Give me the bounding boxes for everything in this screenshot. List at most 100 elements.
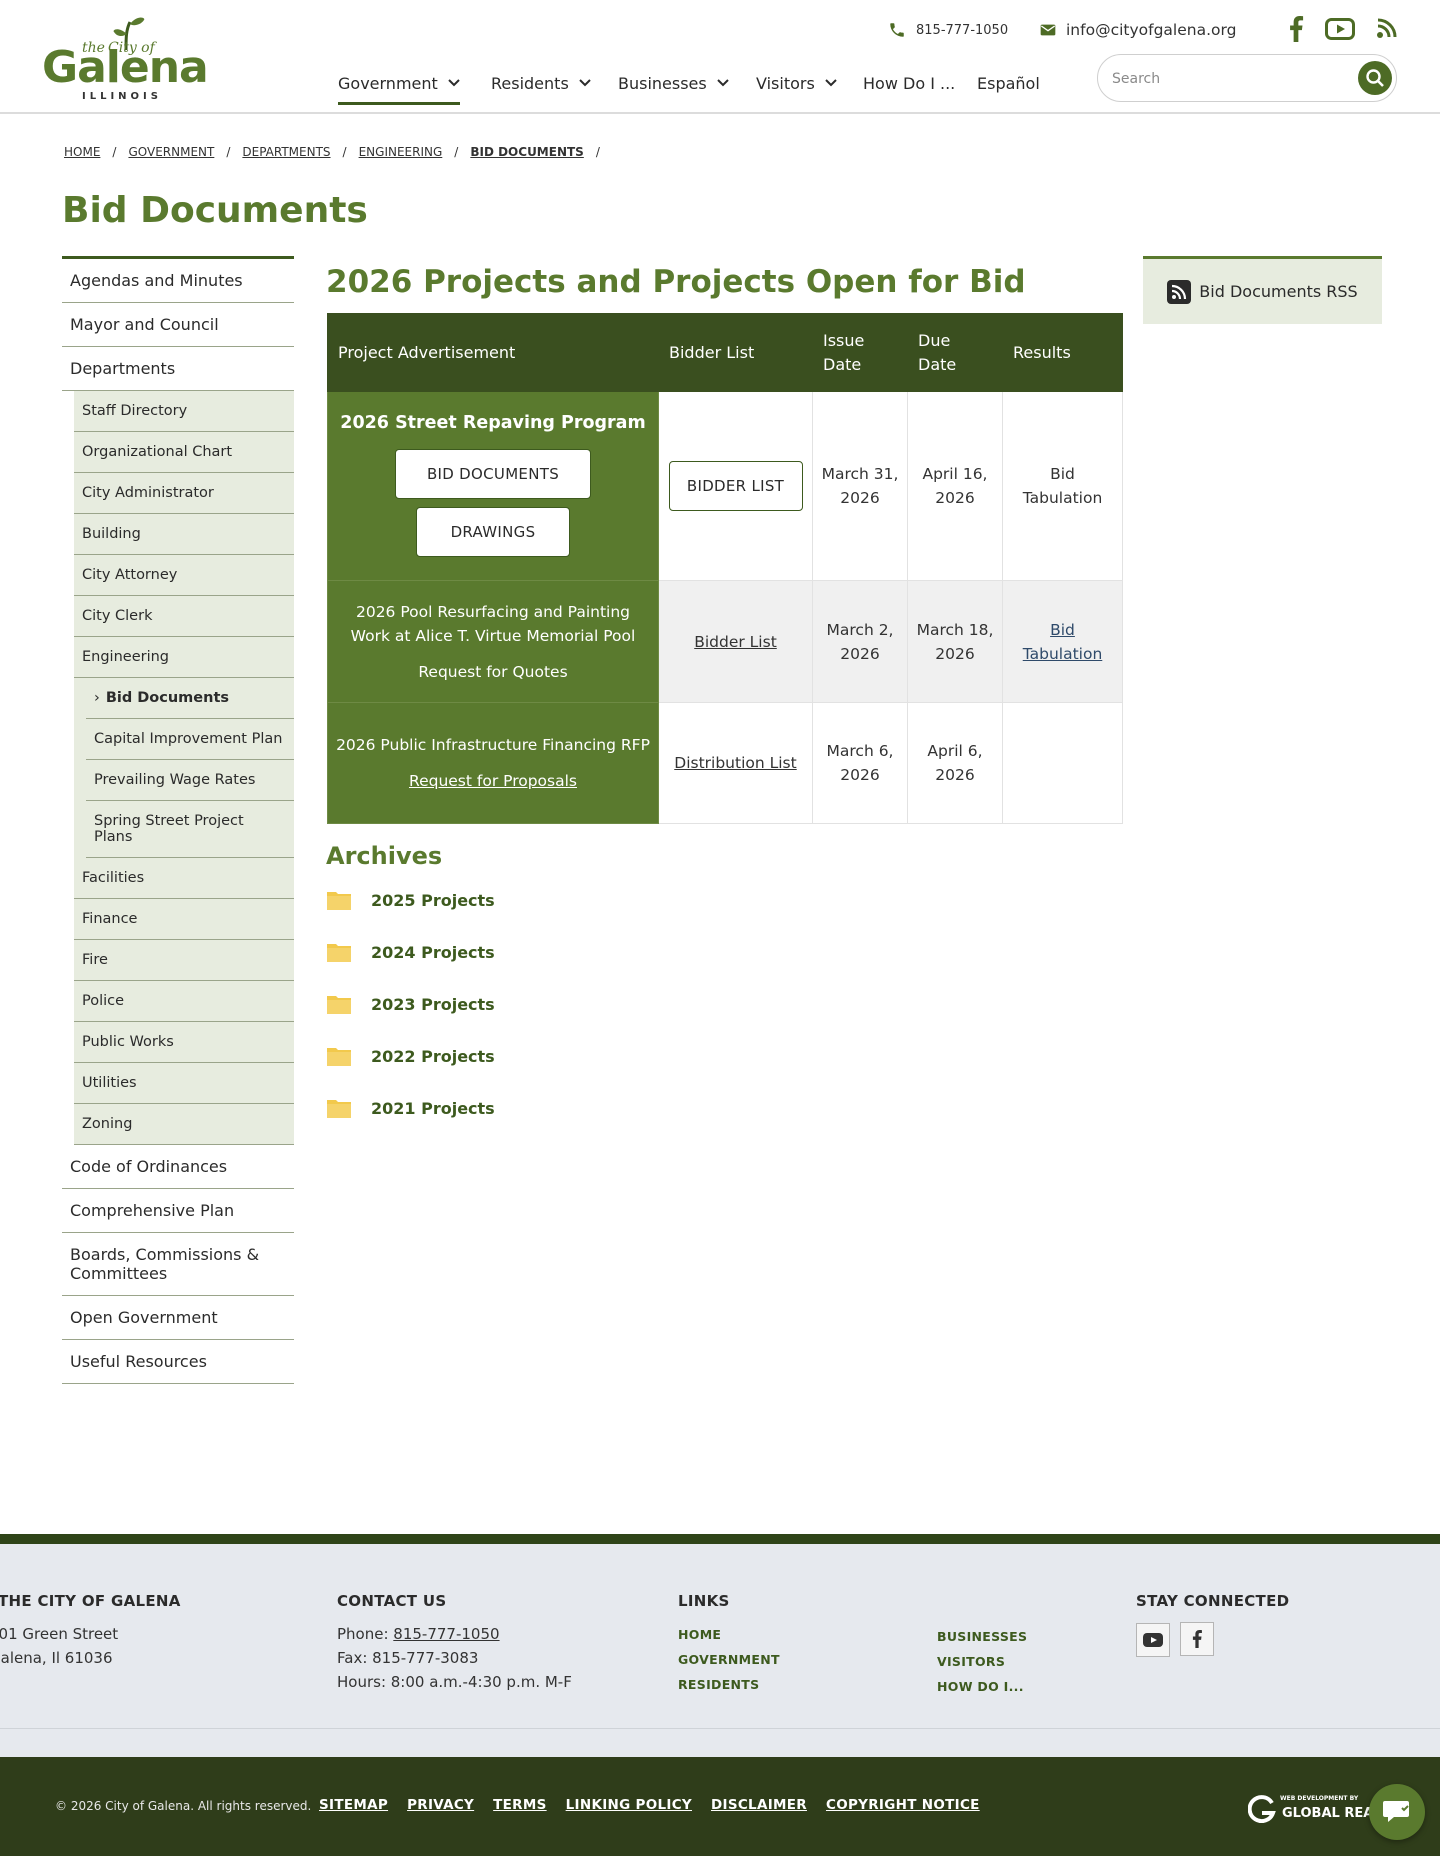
header-phone[interactable]: 815-777-1050 — [888, 18, 1008, 42]
sidebar-item-staff-directory[interactable]: Staff Directory — [74, 391, 294, 432]
disclaimer-link[interactable]: DISCLAIMER — [711, 1797, 807, 1813]
sidebar-item-facilities[interactable]: Facilities — [74, 858, 294, 899]
sidebar-item-engineering[interactable]: Engineering — [74, 637, 294, 678]
sidebar-item-city-clerk[interactable]: City Clerk — [74, 596, 294, 637]
sidebar-item-city-administrator[interactable]: City Administrator — [74, 473, 294, 514]
drawings-button[interactable]: DRAWINGS — [416, 507, 570, 557]
sidebar-item-utilities[interactable]: Utilities — [74, 1063, 294, 1104]
footer-facebook-icon[interactable] — [1180, 1622, 1214, 1656]
col-bidder-list: Bidder List — [658, 313, 813, 392]
issue-date-cell: March 6, 2026 — [812, 702, 908, 824]
nav-residents[interactable]: Residents — [491, 74, 591, 106]
archive-folder-2023[interactable]: 2023 Projects — [327, 991, 495, 1017]
chevron-down-icon — [825, 79, 837, 87]
breadcrumb-engineering[interactable]: ENGINEERING — [359, 145, 443, 159]
sidebar-item-building[interactable]: Building — [74, 514, 294, 555]
linking-policy-link[interactable]: LINKING POLICY — [566, 1797, 692, 1813]
sidebar-item-prevailing-wage[interactable]: Prevailing Wage Rates — [86, 760, 294, 801]
rss-icon[interactable] — [1377, 18, 1397, 38]
sidebar-item-agendas[interactable]: Agendas and Minutes — [62, 259, 294, 303]
chevron-down-icon — [579, 79, 591, 87]
folder-icon — [327, 944, 351, 962]
footer-link-home[interactable]: HOME — [678, 1622, 780, 1647]
chat-button[interactable] — [1369, 1784, 1425, 1840]
nav-visitors[interactable]: Visitors — [756, 74, 837, 106]
header-phone-text: 815-777-1050 — [916, 22, 1009, 38]
sidebar-item-zoning[interactable]: Zoning — [74, 1104, 294, 1145]
sidebar-item-boards[interactable]: Boards, Commissions & Committees — [62, 1233, 294, 1296]
sidebar-item-departments[interactable]: Departments — [62, 347, 294, 391]
sidebar-item-public-works[interactable]: Public Works — [74, 1022, 294, 1063]
footer-link-visitors[interactable]: VISITORS — [937, 1649, 1027, 1674]
sidebar-item-open-government[interactable]: Open Government — [62, 1296, 294, 1340]
sidebar-item-useful-resources[interactable]: Useful Resources — [62, 1340, 294, 1384]
search-input[interactable] — [1110, 67, 1344, 91]
rss-icon — [1167, 279, 1192, 304]
footer-youtube-icon[interactable] — [1136, 1623, 1170, 1657]
footer-link-businesses[interactable]: BUSINESSES — [937, 1624, 1027, 1649]
sidebar-item-bid-documents[interactable]: › Bid Documents — [86, 678, 294, 719]
archive-folder-2021[interactable]: 2021 Projects — [327, 1095, 495, 1121]
facebook-icon[interactable] — [1288, 16, 1304, 42]
sidebar-item-org-chart[interactable]: Organizational Chart — [74, 432, 294, 473]
request-for-quotes-link[interactable]: Request for Quotes — [418, 663, 567, 681]
footer-links: LINKS HOME GOVERNMENT RESIDENTS — [678, 1592, 780, 1697]
copyright-notice-link[interactable]: COPYRIGHT NOTICE — [826, 1797, 980, 1813]
search-button[interactable] — [1358, 61, 1392, 95]
breadcrumb-home[interactable]: HOME — [64, 145, 100, 159]
nav-espanol[interactable]: Español — [977, 74, 1040, 106]
sidebar-item-code-of-ordinances[interactable]: Code of Ordinances — [62, 1145, 294, 1189]
header-email-text: info@cityofgalena.org — [1066, 21, 1237, 39]
archive-folder-2025[interactable]: 2025 Projects — [327, 887, 495, 913]
archives-title: Archives — [326, 842, 443, 870]
sidebar-item-police[interactable]: Police — [74, 981, 294, 1022]
sidebar-item-finance[interactable]: Finance — [74, 899, 294, 940]
footer-address-2: Galena, Il 61036 — [0, 1649, 113, 1667]
footer-link-how-do-i[interactable]: HOW DO I... — [937, 1674, 1027, 1699]
terms-link[interactable]: TERMS — [493, 1797, 546, 1813]
breadcrumb-bid-documents[interactable]: BID DOCUMENTS — [470, 145, 583, 159]
breadcrumb-departments[interactable]: DEPARTMENTS — [242, 145, 330, 159]
archive-label: 2021 Projects — [371, 1098, 495, 1118]
chat-icon — [1383, 1801, 1409, 1822]
col-project-advertisement: Project Advertisement — [327, 313, 659, 392]
sidebar-item-city-attorney[interactable]: City Attorney — [74, 555, 294, 596]
sitemap-link[interactable]: SITEMAP — [319, 1797, 388, 1813]
phone-icon — [890, 23, 904, 37]
nav-businesses[interactable]: Businesses — [618, 74, 729, 106]
col-results: Results — [1002, 313, 1123, 392]
distribution-list-link[interactable]: Distribution List — [674, 754, 796, 772]
archive-folder-2022[interactable]: 2022 Projects — [327, 1043, 495, 1069]
results-cell — [1002, 702, 1123, 824]
privacy-link[interactable]: PRIVACY — [407, 1797, 474, 1813]
page-title: Bid Documents — [62, 190, 368, 231]
footer-links-col2: BUSINESSES VISITORS HOW DO I... — [937, 1624, 1027, 1699]
footer-link-residents[interactable]: RESIDENTS — [678, 1672, 780, 1697]
project-title: 2026 Public Infrastructure Financing RFP — [336, 736, 650, 754]
bidder-list-button[interactable]: BIDDER LIST — [668, 461, 803, 511]
folder-icon — [327, 1048, 351, 1066]
city-logo[interactable]: the City of Galena ILLINOIS — [42, 12, 209, 102]
nav-how-do-i[interactable]: How Do I ... — [863, 74, 955, 106]
request-for-proposals-link[interactable]: Request for Proposals — [409, 772, 577, 790]
sidebar-item-comprehensive-plan[interactable]: Comprehensive Plan — [62, 1189, 294, 1233]
archive-folder-2024[interactable]: 2024 Projects — [327, 939, 495, 965]
bid-documents-button[interactable]: BID DOCUMENTS — [395, 449, 591, 499]
header-email[interactable]: info@cityofgalena.org — [1040, 18, 1236, 42]
sidebar-item-capital-improvement[interactable]: Capital Improvement Plan — [86, 719, 294, 760]
logo-galena: Galena — [42, 42, 209, 93]
sidebar-item-mayor-council[interactable]: Mayor and Council — [62, 303, 294, 347]
rss-feed-link[interactable]: Bid Documents RSS — [1143, 256, 1382, 324]
footer-link-government[interactable]: GOVERNMENT — [678, 1647, 780, 1672]
project-title: 2026 Pool Resurfacing and Painting Work … — [350, 602, 636, 645]
nav-government[interactable]: Government — [338, 74, 460, 105]
sidebar-item-fire[interactable]: Fire — [74, 940, 294, 981]
bid-tabulation-link[interactable]: Bid Tabulation — [1023, 621, 1103, 663]
youtube-icon[interactable] — [1325, 18, 1355, 40]
chevron-down-icon — [717, 79, 729, 87]
footer-phone-link[interactable]: 815-777-1050 — [393, 1625, 499, 1643]
nav-residents-label: Residents — [491, 74, 569, 93]
breadcrumb-government[interactable]: GOVERNMENT — [128, 145, 214, 159]
sidebar-item-spring-street[interactable]: Spring Street Project Plans — [86, 801, 294, 858]
bidder-list-link[interactable]: Bidder List — [694, 633, 777, 651]
